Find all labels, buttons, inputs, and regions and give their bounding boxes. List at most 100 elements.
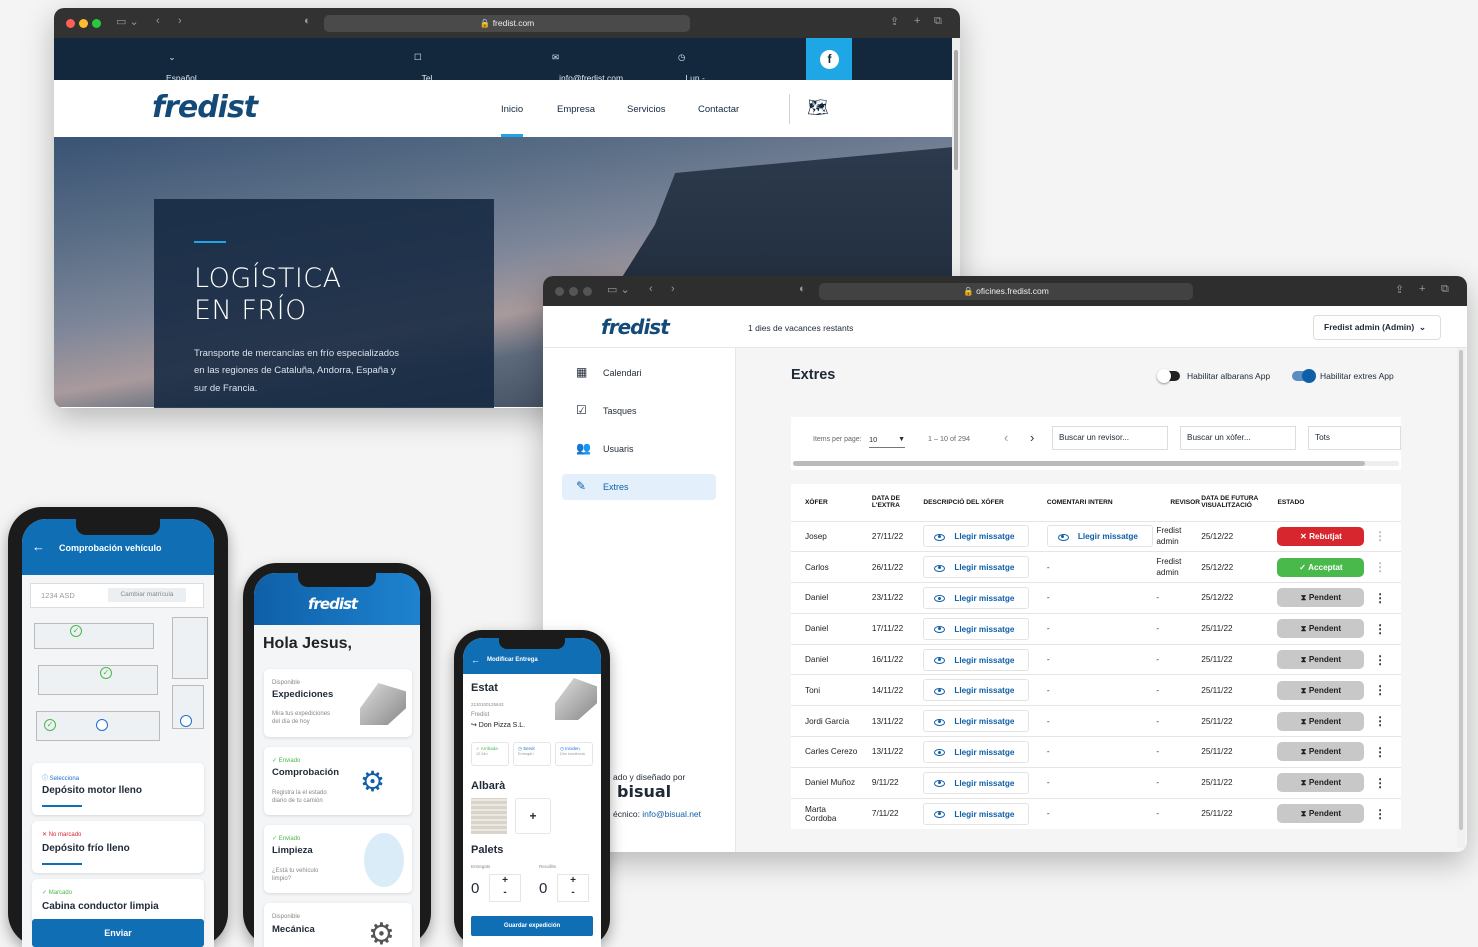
check-icon[interactable]: ✓ [70, 625, 82, 637]
phone-contact[interactable]: ☐ Tel. +34 938 125 480 [414, 52, 436, 123]
read-comment-button[interactable]: Llegir missatge [1046, 525, 1153, 548]
horizontal-scrollbar[interactable] [793, 461, 1399, 466]
site-logo[interactable]: fredist [152, 90, 258, 125]
facebook-button[interactable]: f [806, 38, 852, 80]
read-message-button[interactable]: Llegir missatge [923, 802, 1030, 825]
more-options-icon[interactable]: ⋮ [1374, 714, 1386, 728]
map-icon[interactable]: 🗺 [807, 98, 829, 118]
share-icon[interactable]: ⇪ [890, 15, 899, 28]
albara-photo[interactable] [471, 798, 507, 834]
back-arrow-icon[interactable]: ← [32, 539, 45, 554]
search-xofer-input[interactable]: Buscar un xòfer... [1180, 426, 1296, 450]
status-filter-select[interactable]: Tots [1308, 426, 1401, 450]
back-icon[interactable]: ‹ [156, 15, 160, 27]
more-options-icon[interactable]: ⋮ [1374, 560, 1386, 574]
col-comentari[interactable]: COMENTARI INTERN [1033, 484, 1157, 521]
read-message-button[interactable]: Llegir missatge [923, 679, 1030, 702]
app-logo[interactable]: fredist [601, 315, 670, 339]
home-card[interactable]: Disponible Mecánica ⚙ [264, 903, 412, 947]
next-page-icon[interactable]: › [1030, 430, 1034, 445]
col-estado[interactable]: ESTADO [1277, 484, 1370, 521]
status-badge[interactable]: ⧗ Pendent [1277, 711, 1365, 731]
more-options-icon[interactable]: ⋮ [1374, 653, 1386, 667]
close-window-button[interactable] [66, 19, 75, 28]
support-email-link[interactable]: info@bisual.net [642, 809, 701, 819]
more-options-icon[interactable]: ⋮ [1374, 622, 1386, 636]
prev-page-icon[interactable]: ‹ [1004, 430, 1008, 445]
col-revisor[interactable]: REVISOR [1156, 484, 1201, 521]
status-badge[interactable]: ⧗ Pendent [1277, 588, 1365, 608]
status-badge[interactable]: ⧗ Pendent [1277, 773, 1365, 793]
new-tab-icon[interactable]: + [914, 15, 920, 27]
nav-servicios[interactable]: Servicios [627, 104, 666, 115]
checklist-item[interactable]: ✕ No marcado Depósito frío lleno [32, 821, 204, 873]
read-message-button[interactable]: Llegir missatge [923, 648, 1030, 671]
email-contact[interactable]: ✉ info@fredist.com [552, 52, 623, 83]
zoom-window-button[interactable] [583, 287, 592, 296]
user-menu[interactable]: Fredist admin (Admin) ⌄ [1313, 315, 1441, 340]
nav-inicio[interactable]: Inicio [501, 104, 523, 115]
sidebar-item-tasques[interactable]: ☑ Tasques [562, 398, 716, 424]
read-message-button[interactable]: Llegir missatge [923, 710, 1030, 733]
entregats-stepper[interactable]: + - [489, 874, 521, 902]
sidebar-item-extres[interactable]: ✎ Extres [562, 474, 716, 500]
sidebar-toggle-icon[interactable]: ▭ ⌄ [607, 283, 630, 296]
tabs-icon[interactable]: ⧉ [934, 15, 942, 28]
col-data-extra[interactable]: DATA DE L'EXTRA [858, 484, 909, 521]
forward-icon[interactable]: › [178, 15, 182, 27]
share-icon[interactable]: ⇪ [1395, 283, 1404, 296]
zoom-window-button[interactable] [92, 19, 101, 28]
change-plate-button[interactable]: Cambiar matrícula [108, 588, 186, 602]
send-button[interactable]: Enviar [32, 919, 204, 947]
address-bar[interactable]: 🔒 fredist.com [324, 15, 690, 32]
check-icon[interactable]: ✓ [44, 719, 56, 731]
col-xofer[interactable]: XÒFER [791, 484, 858, 521]
sidebar-item-calendari[interactable]: ▦ Calendari [562, 360, 716, 386]
step-arribada[interactable]: ✓ Arribada 12:34h [471, 742, 509, 766]
language-selector[interactable]: Español ⌄ [166, 52, 197, 83]
toggle-albarans[interactable] [1157, 369, 1180, 383]
point-icon[interactable] [96, 719, 108, 731]
read-message-button[interactable]: Llegir missatge [923, 617, 1030, 640]
more-options-icon[interactable]: ⋮ [1374, 683, 1386, 697]
items-per-page-select[interactable]: 10 ▼ [869, 431, 905, 448]
home-card[interactable]: Disponible Expediciones Mira tus expedic… [264, 669, 412, 737]
forward-icon[interactable]: › [671, 283, 675, 295]
point-icon[interactable] [180, 715, 192, 727]
read-message-button[interactable]: Llegir missatge [923, 525, 1030, 548]
sidebar-toggle-icon[interactable]: ▭ ⌄ [116, 15, 139, 28]
col-data-futura[interactable]: DATA DE FUTURA VISUALITZACIÓ [1201, 484, 1277, 521]
col-descripcio[interactable]: DESCRIPCIÓ DEL XÒFER [909, 484, 1033, 521]
read-message-button[interactable]: Llegir missatge [923, 586, 1030, 609]
status-badge[interactable]: ✓ Acceptat [1277, 557, 1365, 577]
new-tab-icon[interactable]: + [1419, 283, 1425, 295]
status-badge[interactable]: ⧗ Pendent [1277, 804, 1365, 824]
address-bar[interactable]: 🔒 oficines.fredist.com [819, 283, 1193, 300]
read-message-button[interactable]: Llegir missatge [923, 771, 1030, 794]
status-badge[interactable]: ⧗ Pendent [1277, 619, 1365, 639]
home-card[interactable]: ✓ Enviado Limpieza ¿Está tu vehículo lim… [264, 825, 412, 893]
step-servit[interactable]: ◷ Servit Entregat ! [513, 742, 551, 766]
search-revisor-input[interactable]: Buscar un revisor... [1052, 426, 1168, 450]
add-photo-button[interactable]: + [515, 798, 551, 834]
tabs-icon[interactable]: ⧉ [1441, 283, 1449, 296]
back-arrow-icon[interactable]: ← [471, 655, 480, 665]
step-incidencia[interactable]: ◷ Inciden. Dim incidència [555, 742, 593, 766]
sidebar-item-usuaris[interactable]: 👥 Usuaris [562, 436, 716, 462]
vertical-scrollbar[interactable] [1457, 348, 1465, 848]
minimize-window-button[interactable] [79, 19, 88, 28]
toggle-extres[interactable] [1292, 369, 1316, 383]
more-options-icon[interactable]: ⋮ [1374, 745, 1386, 759]
more-options-icon[interactable]: ⋮ [1374, 807, 1386, 821]
status-badge[interactable]: ⧗ Pendent [1277, 742, 1365, 762]
recullits-stepper[interactable]: + - [557, 874, 589, 902]
nav-empresa[interactable]: Empresa [557, 104, 595, 115]
more-options-icon[interactable]: ⋮ [1374, 591, 1386, 605]
checklist-item[interactable]: ⓘ Selecciona Depósito motor lleno [32, 763, 204, 815]
status-badge[interactable]: ⧗ Pendent [1277, 680, 1365, 700]
status-badge[interactable]: ✕ Rebutjat [1277, 526, 1365, 546]
close-window-button[interactable] [555, 287, 564, 296]
read-message-button[interactable]: Llegir missatge [923, 740, 1030, 763]
check-icon[interactable]: ✓ [100, 667, 112, 679]
save-delivery-button[interactable]: Guardar expedición [471, 916, 593, 936]
